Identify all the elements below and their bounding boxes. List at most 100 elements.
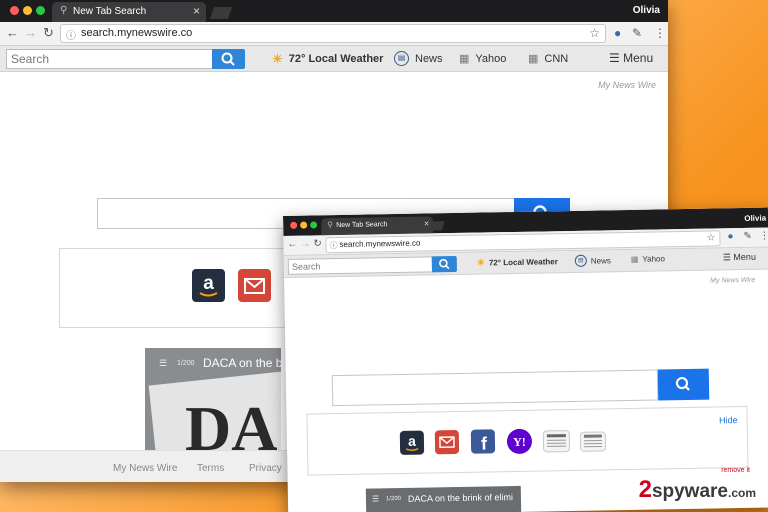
tab-new-tab-search[interactable]: ⚲ New Tab Search × [52,2,206,22]
back-arrow-icon[interactable]: ← [287,239,297,250]
close-window-button[interactable] [10,6,19,15]
close-window-button[interactable] [290,221,298,229]
yahoo-link[interactable]: ▦ Yahoo [631,254,665,264]
menu-button[interactable]: ☰ Menu [723,252,756,264]
footer-link-privacy[interactable]: Privacy [249,463,282,474]
brand-label: My News Wire [598,80,656,90]
new-tab-button[interactable] [209,7,233,19]
minimize-window-button[interactable] [23,6,32,15]
amazon-icon: a [199,273,218,297]
spyware-watermark: remove it 2spyware.com [639,467,756,504]
facebook-icon: f [481,433,488,453]
info-icon[interactable]: ⓘ [66,27,76,42]
minimize-window-button[interactable] [300,221,308,229]
hamburger-icon: ☰ [722,252,731,263]
zoom-window-button[interactable] [310,221,318,229]
bookmark-star-icon[interactable]: ☆ [589,26,600,40]
weather-sun-icon: ☀ [476,257,486,268]
news-link[interactable]: ▤ News [394,51,443,66]
back-arrow-icon[interactable]: ← [6,25,19,40]
news-caption[interactable]: DACA on the brink of elimi [408,492,513,504]
gmail-shortcut[interactable] [238,269,271,302]
new-tab-button[interactable] [428,221,445,231]
newspaper-shortcut[interactable] [579,431,607,452]
close-tab-icon[interactable]: × [424,218,429,228]
watermark-text: spyware [651,481,728,502]
footer-link-terms[interactable]: Terms [197,463,224,474]
browser-window-front: ⚲ New Tab Search × Olivia ← → ↻ ⓘ search… [283,207,768,512]
svg-text:Y!: Y! [513,435,526,449]
pen-extension-icon[interactable]: ✎ [743,231,752,242]
mail-icon [244,278,265,294]
close-tab-icon[interactable]: × [193,4,200,18]
menu-button[interactable]: ☰ Menu [609,51,653,65]
gmail-shortcut[interactable] [434,429,460,455]
cnn-icon: ▦ [528,53,539,65]
address-bar[interactable]: ⓘ search.mynewswire.co ☆ [60,24,606,43]
yahoo-icon: ▦ [459,53,470,65]
footer-link-brand[interactable]: My News Wire [113,463,177,474]
toolbar-search-button[interactable] [212,49,245,69]
yahoo-shortcut[interactable]: Y! [506,428,533,455]
globe-extension-icon[interactable]: ● [727,231,733,242]
hamburger-icon: ☰ [609,51,620,65]
weather-link[interactable]: ☀ 72° Local Weather [272,52,383,66]
pen-extension-icon[interactable]: ✎ [632,26,642,40]
profile-name[interactable]: Olivia [633,5,660,16]
news-counter: 1/200 [385,495,402,503]
newspaper-icon [583,434,603,448]
profile-name[interactable]: Olivia [744,214,766,223]
cnn-label: CNN [544,52,569,65]
weather-label: 72° Local Weather [288,53,384,65]
info-icon[interactable]: ⓘ [329,240,337,251]
yahoo-icon: Y! [513,435,526,449]
news-image-text: DA [185,393,278,450]
amazon-shortcut[interactable]: a [399,430,425,455]
news-shortcut[interactable] [542,430,571,453]
news-icon: ▤ [394,51,409,66]
toolbar-search-input[interactable]: Search [6,49,213,69]
forward-arrow-icon[interactable]: → [24,25,37,40]
forward-arrow-icon[interactable]: → [300,239,310,250]
news-card[interactable]: DA ☰ 1/200 DACA on the brink of elimi [145,348,281,450]
toolbar-search-button[interactable] [431,255,458,273]
svg-text:f: f [481,433,488,453]
toolbar-search-input[interactable]: Search [287,256,434,275]
newspaper-icon [546,434,567,447]
yahoo-label: Yahoo [475,52,507,65]
yahoo-link[interactable]: ▦ Yahoo [459,52,507,66]
more-menu-icon[interactable]: ⋮ [654,26,666,40]
watermark-suffix: .com [727,486,756,500]
url-text: search.mynewswire.co [81,27,193,39]
reload-icon[interactable]: ↻ [43,25,54,41]
news-card[interactable]: ☰ 1/200 DACA on the brink of elimi [365,485,522,512]
tab-title: New Tab Search [336,221,388,230]
list-icon: ☰ [371,494,380,504]
bookmark-star-icon[interactable]: ☆ [706,232,715,243]
news-caption[interactable]: DACA on the brink of elimi [203,356,281,370]
url-text: search.mynewswire.co [339,238,421,250]
hide-shortcuts-link[interactable]: Hide [719,415,738,425]
menu-label: Menu [733,251,756,263]
tab-new-tab-search[interactable]: ⚲ New Tab Search × [321,216,434,236]
main-search-button[interactable] [657,368,710,401]
news-link[interactable]: ▤ News [574,254,611,267]
search-icon: ⚲ [327,220,334,230]
mail-icon [439,436,455,449]
globe-extension-icon[interactable]: ● [614,26,621,40]
main-search-input[interactable] [331,369,659,407]
more-menu-icon[interactable]: ⋮ [759,231,768,242]
yahoo-icon: ▦ [630,254,639,264]
svg-text:a: a [203,273,214,294]
tab-title: New Tab Search [73,6,147,17]
amazon-shortcut[interactable]: a [192,269,225,302]
weather-sun-icon: ☀ [272,52,283,66]
cnn-link[interactable]: ▦ CNN [528,52,569,66]
reload-icon[interactable]: ↻ [313,238,322,249]
zoom-window-button[interactable] [36,6,45,15]
nav-bar: ← → ↻ ⓘ search.mynewswire.co ☆ ● ✎ ⋮ [0,22,668,46]
list-icon: ☰ [159,358,168,368]
facebook-shortcut[interactable]: f [470,429,496,454]
svg-text:a: a [408,433,416,449]
weather-link[interactable]: ☀ 72° Local Weather [477,256,558,268]
